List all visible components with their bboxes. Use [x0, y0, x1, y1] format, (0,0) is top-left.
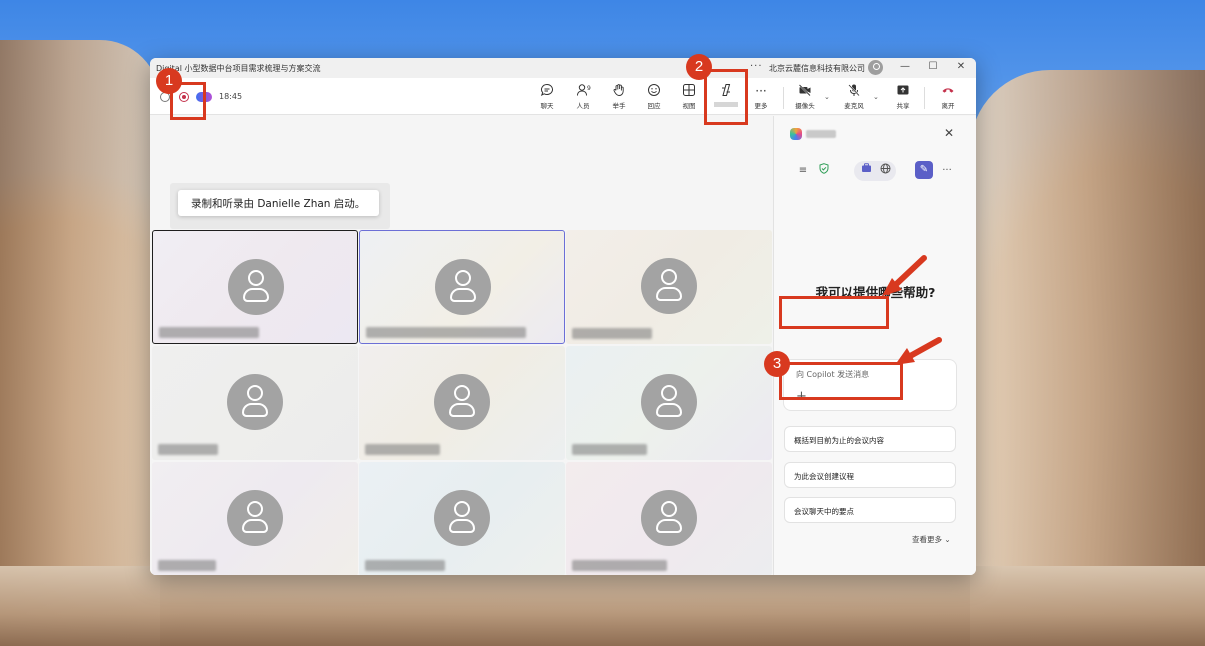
copilot-logo-icon — [790, 128, 802, 140]
chat-label: 聊天 — [540, 102, 554, 110]
participant-tile[interactable] — [152, 230, 358, 344]
share-button[interactable]: 共享 — [890, 83, 916, 111]
people-label: 人员 — [576, 102, 590, 110]
copilot-panel: ✕ ≡ ✎ ··· 我可以提供哪些帮助? 向 Copilot 发送消息 + 概括… — [773, 116, 976, 575]
more-label: 更多 — [754, 102, 768, 110]
view-label: 视图 — [682, 102, 696, 110]
close-panel-button[interactable]: ✕ — [944, 126, 954, 140]
participant-name-blurred — [159, 327, 259, 338]
toolbar-divider — [783, 87, 784, 109]
close-window-button[interactable]: ✕ — [954, 61, 968, 72]
microphone-button[interactable]: 麦克风 — [841, 83, 867, 111]
see-more-link[interactable]: 查看更多 ⌄ — [912, 534, 951, 545]
participant-avatar — [435, 259, 491, 315]
web-globe-icon[interactable] — [878, 163, 892, 179]
menu-icon[interactable]: ≡ — [796, 163, 810, 179]
raise-hand-icon — [612, 83, 626, 99]
participant-avatar — [227, 490, 283, 546]
participant-tile[interactable] — [152, 346, 358, 460]
mic-off-icon — [847, 83, 861, 99]
annotation-highlight-suggestion — [779, 362, 903, 400]
participant-tile[interactable] — [566, 346, 772, 460]
panel-more-button[interactable]: ··· — [940, 163, 954, 179]
participant-avatar — [434, 490, 490, 546]
suggestion-chat-highlights[interactable]: 会议聊天中的要点 — [784, 497, 956, 523]
participant-name-blurred — [365, 444, 440, 455]
copilot-panel-title-blurred — [806, 130, 836, 138]
participant-name-blurred — [365, 560, 445, 571]
maximize-button[interactable]: ☐ — [926, 61, 940, 72]
video-gallery: 录制和听录由 Danielle Zhan 启动。 — [150, 116, 772, 575]
annotation-arrow-suggestion — [895, 337, 942, 365]
leave-icon — [941, 83, 955, 99]
participant-avatar — [228, 259, 284, 315]
annotation-badge-2: 2 — [686, 54, 712, 80]
camera-label: 摄像头 — [795, 102, 815, 110]
participant-tile[interactable] — [359, 346, 565, 460]
minimize-button[interactable]: — — [898, 61, 912, 72]
participant-tile[interactable] — [359, 230, 565, 344]
raise-hand-button[interactable]: 举手 — [606, 83, 632, 111]
suggestion-create-agenda[interactable]: 为此会议创建议程 — [784, 462, 956, 488]
participant-avatar — [641, 490, 697, 546]
annotation-arrow-input — [882, 255, 927, 296]
camera-options-chevron-down-icon[interactable]: ⌄ — [824, 93, 830, 101]
meeting-timer: 18:45 — [219, 92, 243, 101]
background-architecture-bottom — [0, 566, 1205, 646]
participant-tile[interactable] — [566, 230, 772, 344]
account-avatar[interactable] — [868, 60, 883, 75]
share-label: 共享 — [896, 102, 910, 110]
camera-button[interactable]: 摄像头 — [792, 83, 818, 111]
participant-name-blurred — [572, 444, 647, 455]
react-icon — [647, 83, 661, 99]
participant-name-blurred — [366, 327, 526, 338]
camera-off-icon — [798, 83, 812, 99]
annotation-highlight-copilot — [704, 69, 748, 125]
meeting-title: Digital 小型数据中台项目需求梳理与方案交流 — [156, 64, 321, 73]
participant-tile[interactable] — [359, 462, 565, 575]
chat-button[interactable]: 聊天 — [534, 83, 560, 111]
share-icon — [896, 83, 910, 99]
view-button[interactable]: 视图 — [676, 83, 702, 111]
leave-label: 离开 — [941, 102, 955, 110]
chat-icon — [540, 83, 554, 99]
participant-name-blurred — [572, 328, 652, 339]
view-icon — [682, 83, 696, 99]
leave-button[interactable]: 离开 — [935, 83, 961, 111]
participant-name-blurred — [158, 444, 218, 455]
microphone-options-chevron-down-icon[interactable]: ⌄ — [873, 93, 879, 101]
toolbar-divider — [924, 87, 925, 109]
title-bar: Digital 小型数据中台项目需求梳理与方案交流 ··· 北京云麓信息科技有限… — [150, 58, 976, 78]
participant-avatar — [227, 374, 283, 430]
participant-name-blurred — [158, 560, 216, 571]
background-architecture-right — [970, 70, 1205, 646]
annotation-badge-3: 3 — [764, 351, 790, 377]
work-briefcase-icon[interactable] — [859, 163, 873, 179]
annotation-highlight-input — [779, 296, 889, 329]
suggestion-summarize-meeting[interactable]: 概括到目前为止的会议内容 — [784, 426, 956, 452]
more-icon: ··· — [755, 84, 767, 98]
participant-avatar — [434, 374, 490, 430]
participant-tile[interactable] — [152, 462, 358, 575]
organization-name: 北京云麓信息科技有限公司 — [769, 64, 865, 73]
participant-count: 9 — [587, 85, 591, 92]
participant-avatar — [641, 258, 697, 314]
shield-check-icon[interactable] — [817, 163, 831, 179]
annotation-badge-1: 1 — [156, 68, 182, 94]
raise-hand-label: 举手 — [612, 102, 626, 110]
more-button[interactable]: ··· 更多 — [748, 83, 774, 111]
participant-avatar — [641, 374, 697, 430]
people-button[interactable]: 9 人员 — [570, 83, 596, 111]
react-button[interactable]: 回应 — [641, 83, 667, 111]
recording-notification[interactable]: 录制和听录由 Danielle Zhan 启动。 — [178, 190, 379, 216]
react-label: 回应 — [647, 102, 661, 110]
title-more-button[interactable]: ··· — [750, 61, 763, 72]
new-chat-edit-icon[interactable]: ✎ — [915, 161, 933, 179]
participant-tile[interactable] — [566, 462, 772, 575]
meeting-toolbar: 18:45 聊天 9 人员 举手 回应 视图 ··· 更多 摄像头 ⌄ 麦克风 … — [150, 78, 976, 115]
microphone-label: 麦克风 — [844, 102, 864, 110]
background-architecture-left — [0, 40, 160, 646]
participant-name-blurred — [572, 560, 667, 571]
